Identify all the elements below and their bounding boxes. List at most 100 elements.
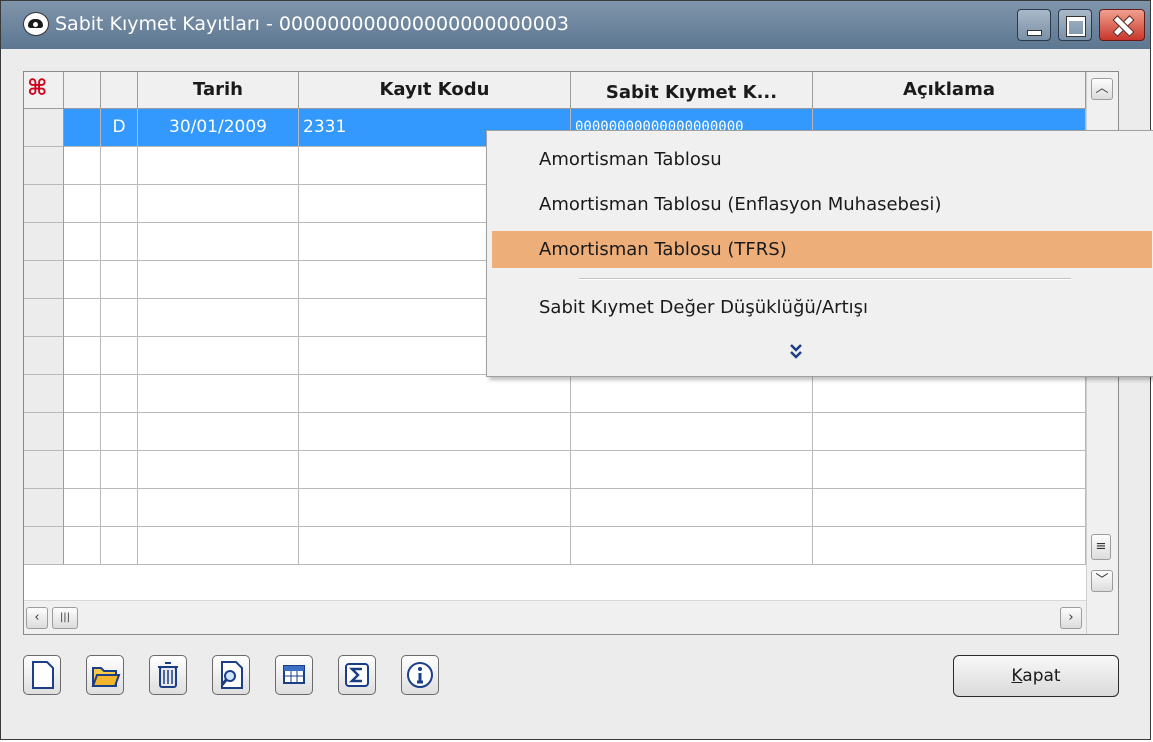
delete-record-button[interactable] <box>149 655 187 695</box>
grid-cell[interactable] <box>571 451 813 489</box>
row-header[interactable] <box>24 147 64 185</box>
row-tarih-cell[interactable]: 30/01/2009 <box>138 109 299 147</box>
grid-cell[interactable] <box>571 375 813 413</box>
grid-cell[interactable] <box>138 147 299 185</box>
grid-cell[interactable] <box>101 337 138 375</box>
grid-cell[interactable] <box>101 223 138 261</box>
column-header-aciklama[interactable]: Açıklama <box>813 72 1086 109</box>
grid-cell[interactable] <box>101 527 138 565</box>
grid-cell[interactable] <box>571 527 813 565</box>
row-header[interactable] <box>24 451 64 489</box>
grid-cell[interactable] <box>101 299 138 337</box>
grid-cell[interactable] <box>299 527 571 565</box>
grid-cell[interactable] <box>101 489 138 527</box>
grid-cell[interactable] <box>299 451 571 489</box>
column-header-type[interactable] <box>101 72 138 109</box>
title-bar[interactable]: Sabit Kıymet Kayıtları - 000000000000000… <box>1 1 1150 49</box>
grid-cell[interactable] <box>138 451 299 489</box>
grid-cell[interactable] <box>64 147 101 185</box>
kapat-button[interactable]: Kapat <box>953 655 1119 697</box>
grid-cell[interactable] <box>138 527 299 565</box>
scroll-down-icon[interactable]: ﹀ <box>1091 570 1113 592</box>
grid-cell[interactable] <box>64 337 101 375</box>
grid-cell[interactable] <box>101 147 138 185</box>
grid-cell[interactable] <box>101 185 138 223</box>
menu-item-deger-dusuklugu[interactable]: Sabit Kıymet Değer Düşüklüğü/Artışı <box>492 289 1152 326</box>
kapat-mnemonic: K <box>1011 666 1023 686</box>
grid-cell[interactable] <box>64 185 101 223</box>
info-button[interactable] <box>401 655 439 695</box>
grid-cell[interactable] <box>64 489 101 527</box>
grid-cell[interactable] <box>64 413 101 451</box>
row-header[interactable] <box>24 527 64 565</box>
grid-cell[interactable] <box>64 261 101 299</box>
grid-cell[interactable] <box>813 451 1086 489</box>
row-header[interactable] <box>24 489 64 527</box>
grid-cell[interactable] <box>101 413 138 451</box>
column-header-sabit-kiymet-kodu[interactable]: Sabit Kıymet K... <box>571 72 813 109</box>
row-header[interactable] <box>24 299 64 337</box>
grid-cell[interactable] <box>101 375 138 413</box>
double-chevron-down-icon[interactable] <box>785 340 807 362</box>
row-header[interactable] <box>24 109 64 147</box>
preview-button[interactable] <box>212 655 250 695</box>
column-header-tarih[interactable]: Tarih <box>138 72 299 109</box>
grid-cell[interactable] <box>138 375 299 413</box>
row-indicator-cell[interactable] <box>64 109 101 147</box>
menu-item-amortisman-enflasyon[interactable]: Amortisman Tablosu (Enflasyon Muhasebesi… <box>492 186 1152 223</box>
scroll-left-icon[interactable]: ‹ <box>26 607 48 629</box>
app-eye-icon[interactable] <box>23 12 49 36</box>
grid-cell[interactable] <box>571 489 813 527</box>
menu-item-amortisman-tablosu[interactable]: Amortisman Tablosu <box>492 141 1152 178</box>
grid-view-icon <box>283 665 305 684</box>
open-record-button[interactable] <box>86 655 124 695</box>
horizontal-scroll-thumb[interactable]: ||| <box>52 607 78 629</box>
row-header[interactable] <box>24 413 64 451</box>
close-window-button[interactable] <box>1099 9 1145 41</box>
grid-cell[interactable] <box>138 489 299 527</box>
menu-item-amortisman-tfrs[interactable]: Amortisman Tablosu (TFRS) <box>492 231 1152 268</box>
grid-cell[interactable] <box>101 261 138 299</box>
grid-cell[interactable] <box>813 489 1086 527</box>
grid-cell[interactable] <box>138 223 299 261</box>
horizontal-scrollbar[interactable]: ‹ ||| › <box>24 600 1086 634</box>
row-header[interactable] <box>24 337 64 375</box>
grid-cell[interactable] <box>138 185 299 223</box>
sigma-icon <box>345 663 369 687</box>
grid-corner-header[interactable]: ⌘ <box>24 72 64 109</box>
grid-cell[interactable] <box>138 337 299 375</box>
grid-cell[interactable] <box>138 413 299 451</box>
scroll-up-icon[interactable]: ︿ <box>1091 78 1113 100</box>
grid-cell[interactable] <box>813 413 1086 451</box>
grid-cell[interactable] <box>101 451 138 489</box>
column-header-kayit-kodu[interactable]: Kayıt Kodu <box>299 72 571 109</box>
grid-view-button[interactable] <box>275 655 313 695</box>
row-header[interactable] <box>24 223 64 261</box>
row-header[interactable] <box>24 261 64 299</box>
grid-cell[interactable] <box>64 223 101 261</box>
grid-cell[interactable] <box>138 299 299 337</box>
grid-cell[interactable] <box>299 375 571 413</box>
scroll-right-icon[interactable]: › <box>1060 607 1082 629</box>
column-chooser-icon[interactable]: ⌘ <box>27 78 47 100</box>
grid-cell[interactable] <box>299 489 571 527</box>
row-header[interactable] <box>24 185 64 223</box>
grid-cell[interactable] <box>64 527 101 565</box>
row-type-cell[interactable]: D <box>101 109 138 147</box>
scroll-thumb[interactable]: ≡ <box>1091 534 1111 560</box>
context-menu[interactable]: Amortisman Tablosu Amortisman Tablosu (E… <box>486 130 1153 377</box>
grid-cell[interactable] <box>138 261 299 299</box>
minimize-button[interactable] <box>1017 9 1051 41</box>
grid-cell[interactable] <box>64 451 101 489</box>
new-record-button[interactable] <box>23 655 61 695</box>
grid-cell[interactable] <box>813 527 1086 565</box>
sum-button[interactable] <box>338 655 376 695</box>
maximize-button[interactable] <box>1058 9 1092 41</box>
grid-cell[interactable] <box>64 299 101 337</box>
column-header-indicator[interactable] <box>64 72 101 109</box>
grid-cell[interactable] <box>813 375 1086 413</box>
grid-cell[interactable] <box>64 375 101 413</box>
grid-cell[interactable] <box>299 413 571 451</box>
row-header[interactable] <box>24 375 64 413</box>
grid-cell[interactable] <box>571 413 813 451</box>
